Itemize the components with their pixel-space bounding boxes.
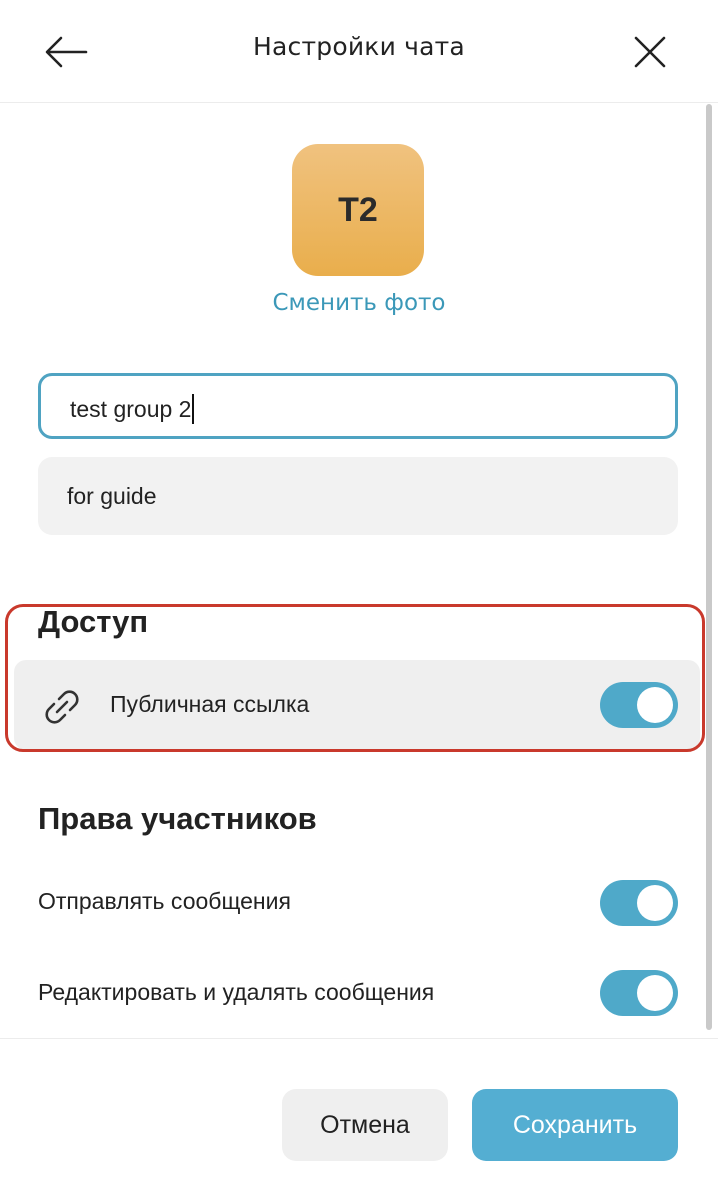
page-title: Настройки чата	[253, 32, 465, 61]
edit-delete-messages-toggle[interactable]	[600, 970, 678, 1016]
rights-section-title: Права участников	[38, 801, 317, 836]
save-button[interactable]: Сохранить	[472, 1089, 678, 1161]
access-section-title: Доступ	[38, 604, 149, 639]
edit-delete-messages-label: Редактировать и удалять сообщения	[38, 979, 435, 1005]
chat-settings-dialog: Настройки чата T2 Сменить фото test grou…	[0, 0, 718, 1200]
chat-description-value: for guide	[67, 483, 157, 509]
chat-avatar: T2	[292, 144, 424, 276]
chat-name-input[interactable]: test group 2	[38, 373, 678, 439]
chat-name-value: test group 2	[70, 396, 192, 422]
public-link-row[interactable]: Публичная ссылка	[14, 660, 700, 750]
public-link-label: Публичная ссылка	[110, 691, 310, 717]
close-button[interactable]	[622, 26, 678, 78]
send-messages-toggle[interactable]	[600, 880, 678, 926]
avatar-initials: T2	[338, 190, 378, 229]
cancel-button[interactable]: Отмена	[282, 1089, 448, 1161]
dialog-header: Настройки чата	[0, 0, 718, 103]
text-caret	[192, 394, 195, 424]
scrollbar-thumb[interactable]	[706, 104, 712, 1030]
scrollbar[interactable]	[704, 104, 714, 1038]
public-link-toggle[interactable]	[600, 682, 678, 728]
toggle-knob	[637, 885, 673, 921]
send-messages-label: Отправлять сообщения	[38, 888, 291, 914]
toggle-knob	[637, 975, 673, 1011]
close-icon	[634, 36, 666, 68]
link-icon	[45, 690, 79, 724]
change-photo-link[interactable]: Сменить фото	[0, 290, 718, 316]
chat-description-input[interactable]: for guide	[38, 457, 678, 535]
dialog-footer: Отмена Сохранить	[0, 1038, 718, 1200]
toggle-knob	[637, 687, 673, 723]
